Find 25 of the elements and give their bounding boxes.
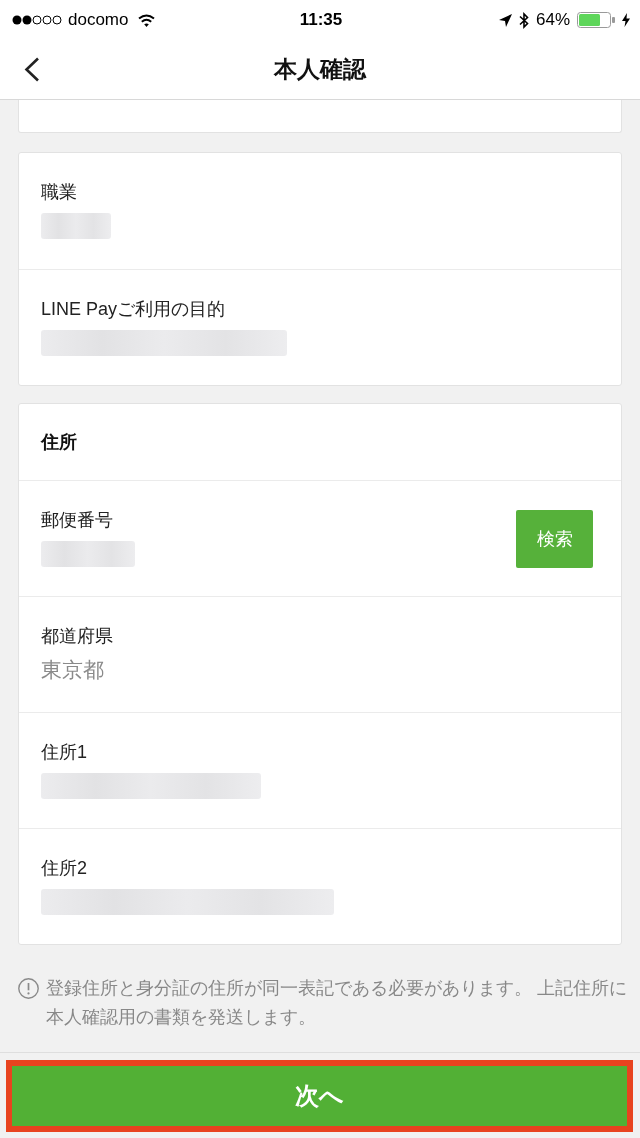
field-label: 都道府県 xyxy=(41,624,113,648)
field-label: 住所1 xyxy=(41,740,87,764)
bluetooth-icon xyxy=(519,11,529,29)
section-title: 住所 xyxy=(41,431,77,454)
exclamation-circle-icon xyxy=(18,978,39,999)
search-button[interactable]: 検索 xyxy=(516,509,593,568)
carrier-name: docomo xyxy=(68,10,129,30)
field-label: LINE Payご利用の目的 xyxy=(41,297,226,321)
back-button[interactable] xyxy=(22,55,42,84)
signal-icon xyxy=(12,15,62,25)
battery-icon xyxy=(577,12,615,28)
battery-percent: 64% xyxy=(536,10,570,30)
charging-bolt-icon xyxy=(622,13,630,27)
next-button[interactable]: 次へ xyxy=(12,1066,627,1126)
wifi-icon xyxy=(138,13,156,27)
blurred-value xyxy=(41,213,111,239)
field-value: 東京都 xyxy=(41,656,104,683)
clock-time: 11:35 xyxy=(299,10,343,30)
field-label: 郵便番号 xyxy=(41,508,113,532)
location-arrow-icon xyxy=(499,13,512,27)
notice-text: 登録住所と身分証の住所が同一表記である必要があります。 上記住所に本人確認用の書類を発送します。 xyxy=(46,976,629,1029)
chevron-left-icon xyxy=(24,57,40,82)
field-label: 職業 xyxy=(41,181,77,204)
page-title: 本人確認 xyxy=(272,55,368,84)
field-label: 住所2 xyxy=(41,856,87,880)
